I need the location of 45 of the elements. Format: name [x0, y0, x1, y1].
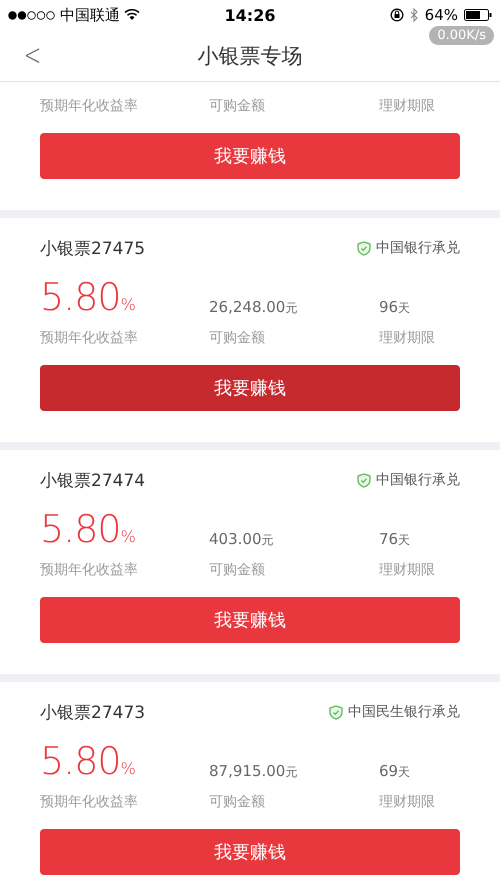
stat-label: 预期年化收益率: [40, 329, 139, 348]
carrier-name: 中国联通: [60, 6, 120, 24]
network-speed-badge: 0.00K/s: [429, 26, 494, 45]
guarantor-label: 中国银行承兑: [376, 239, 460, 257]
page-title: 小银票专场: [198, 42, 302, 70]
stat-label: 可购金额: [209, 329, 266, 348]
shield-check-icon: [329, 704, 343, 720]
term-value: 96天: [379, 297, 412, 318]
stat-label: 可购金额: [209, 97, 266, 116]
stat-label: 预期年化收益率: [40, 561, 139, 580]
shield-check-icon: [357, 472, 371, 488]
product-name: 小银票27475: [40, 238, 146, 260]
rate-value: 5.80%: [40, 508, 136, 553]
clock-time: 14:26: [224, 6, 276, 24]
term-value: 69天: [379, 761, 412, 782]
earn-button[interactable]: 我要赚钱: [40, 597, 460, 643]
rate-value: 5.80%: [40, 740, 136, 785]
term-value: 76天: [379, 529, 412, 550]
stat-label: 理财期限: [379, 561, 436, 580]
earn-button[interactable]: 我要赚钱: [40, 133, 460, 179]
amount-value: 87,915.00元: [209, 761, 298, 782]
amount-value: 26,248.00元: [209, 297, 298, 318]
rotation-lock-icon: [390, 8, 404, 22]
guarantor-label: 中国银行承兑: [376, 471, 460, 489]
battery-percent: 64%: [424, 6, 458, 24]
bluetooth-icon: [410, 8, 419, 22]
stat-label: 理财期限: [379, 97, 436, 116]
product-name: 小银票27474: [40, 470, 146, 492]
back-button[interactable]: <: [20, 38, 46, 73]
earn-button[interactable]: 我要赚钱: [40, 829, 460, 875]
signal-icon: [8, 10, 56, 20]
wifi-icon: [124, 9, 140, 21]
battery-icon: [464, 9, 492, 21]
shield-check-icon: [357, 240, 371, 256]
stat-label: 可购金额: [209, 561, 266, 580]
stat-label: 理财期限: [379, 793, 436, 812]
product-name: 小银票27473: [40, 702, 146, 724]
stat-label: 预期年化收益率: [40, 793, 139, 812]
stat-label: 理财期限: [379, 329, 436, 348]
stat-label: 预期年化收益率: [40, 97, 139, 116]
guarantor-label: 中国民生银行承兑: [348, 703, 460, 721]
amount-value: 403.00元: [209, 529, 274, 550]
stat-label: 可购金额: [209, 793, 266, 812]
earn-button[interactable]: 我要赚钱: [40, 365, 460, 411]
rate-value: 5.80%: [40, 276, 136, 321]
